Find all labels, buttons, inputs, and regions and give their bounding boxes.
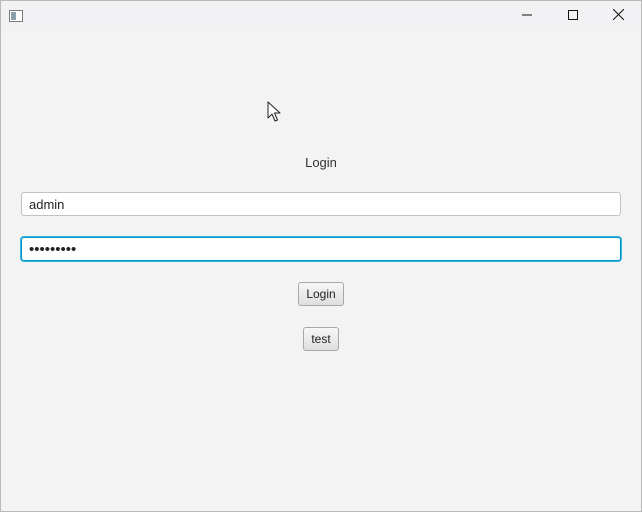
- login-heading: Login: [305, 155, 337, 170]
- close-button[interactable]: [595, 1, 641, 31]
- maximize-button[interactable]: [550, 1, 596, 31]
- test-button[interactable]: test: [303, 327, 339, 351]
- close-icon: [612, 7, 624, 25]
- minimize-button[interactable]: [504, 1, 550, 31]
- app-window-icon: [9, 9, 23, 22]
- maximize-icon: [568, 7, 578, 25]
- minimize-icon: [522, 7, 532, 25]
- username-input[interactable]: [21, 192, 621, 216]
- title-bar[interactable]: [1, 1, 641, 31]
- app-window: Login Login test: [0, 0, 642, 512]
- login-button[interactable]: Login: [298, 282, 344, 306]
- password-input[interactable]: [21, 237, 621, 261]
- login-form: Login Login test: [1, 31, 641, 511]
